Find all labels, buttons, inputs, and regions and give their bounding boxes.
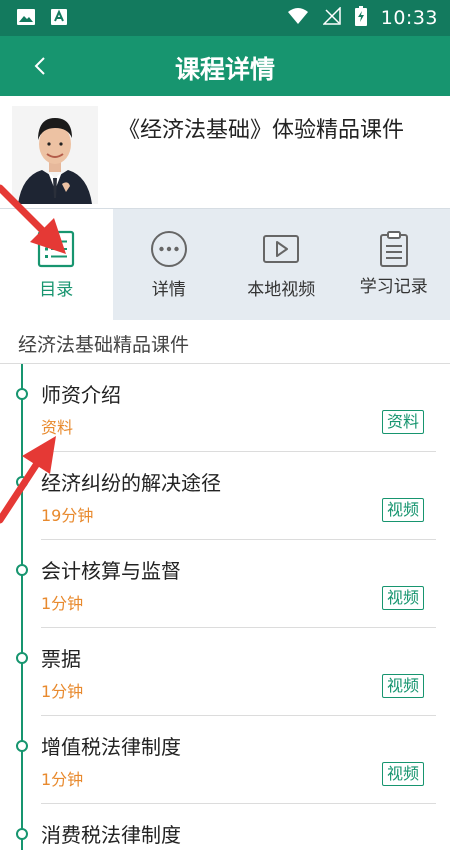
lesson-type-badge: 视频 (381, 674, 424, 698)
text-app-icon (50, 8, 68, 30)
no-signal-icon (321, 6, 341, 29)
tab-study-record[interactable]: 学习记录 (338, 209, 450, 320)
lesson-type-badge: 视频 (381, 498, 424, 522)
lesson-type-badge: 视频 (381, 762, 424, 786)
lesson-meta: 1分钟 (41, 594, 84, 613)
timeline-dot (16, 388, 28, 400)
clipboard-icon (374, 229, 414, 269)
list-item[interactable]: 经济纠纷的解决途径 19分钟 视频 (0, 452, 450, 540)
wifi-icon (287, 7, 309, 29)
teacher-avatar (12, 106, 98, 204)
list-item[interactable]: 票据 1分钟 视频 (0, 628, 450, 716)
tab-label: 学习记录 (359, 277, 428, 297)
timeline-dot (16, 828, 28, 840)
lesson-title: 经济纠纷的解决途径 (41, 471, 221, 495)
lesson-type-badge: 资料 (381, 410, 424, 434)
play-icon (261, 229, 301, 269)
course-info: 《经济法基础》体验精品课件 (0, 96, 450, 208)
tab-label: 目录 (39, 280, 74, 300)
timeline-dot (16, 476, 28, 488)
timeline-dot (16, 564, 28, 576)
course-title: 《经济法基础》体验精品课件 (118, 118, 405, 143)
list-item[interactable]: 会计核算与监督 1分钟 视频 (0, 540, 450, 628)
gallery-icon (16, 8, 36, 30)
lesson-meta: 19分钟 (41, 506, 94, 525)
more-icon (149, 229, 189, 269)
tab-bar: 目录 详情 本地视频 学习记录 (0, 208, 450, 320)
list-item[interactable]: 师资介绍 资料 资料 (0, 364, 450, 452)
lesson-type-badge: 视频 (381, 586, 424, 610)
tab-catalog[interactable]: 目录 (0, 209, 113, 320)
section-header: 经济法基础精品课件 (0, 320, 450, 364)
status-bar: 10:33 (0, 0, 450, 36)
tab-local-video[interactable]: 本地视频 (225, 209, 338, 320)
lesson-list: 师资介绍 资料 资料 经济纠纷的解决途径 19分钟 视频 会计核算与监督 1分钟… (0, 364, 450, 850)
lesson-meta: 1分钟 (41, 770, 84, 789)
timeline-dot (16, 652, 28, 664)
list-item[interactable]: 消费税法律制度 (0, 804, 450, 850)
tab-details[interactable]: 详情 (113, 209, 226, 320)
app-header: 课程详情 (0, 36, 450, 96)
tab-label: 本地视频 (247, 280, 316, 300)
lesson-title: 消费税法律制度 (41, 823, 181, 847)
tab-label: 详情 (151, 280, 186, 300)
timeline-dot (16, 740, 28, 752)
lesson-meta: 1分钟 (41, 682, 84, 701)
lesson-title: 会计核算与监督 (41, 559, 181, 583)
list-item[interactable]: 增值税法律制度 1分钟 视频 (0, 716, 450, 804)
page-title: 课程详情 (174, 55, 275, 84)
battery-charging-icon (354, 6, 367, 30)
lesson-meta: 资料 (41, 418, 74, 437)
lesson-title: 增值税法律制度 (41, 735, 181, 759)
status-time: 10:33 (380, 7, 438, 29)
section-title: 经济法基础精品课件 (18, 334, 190, 356)
lesson-title: 师资介绍 (41, 383, 121, 407)
lesson-title: 票据 (41, 647, 81, 671)
list-icon (36, 229, 76, 269)
